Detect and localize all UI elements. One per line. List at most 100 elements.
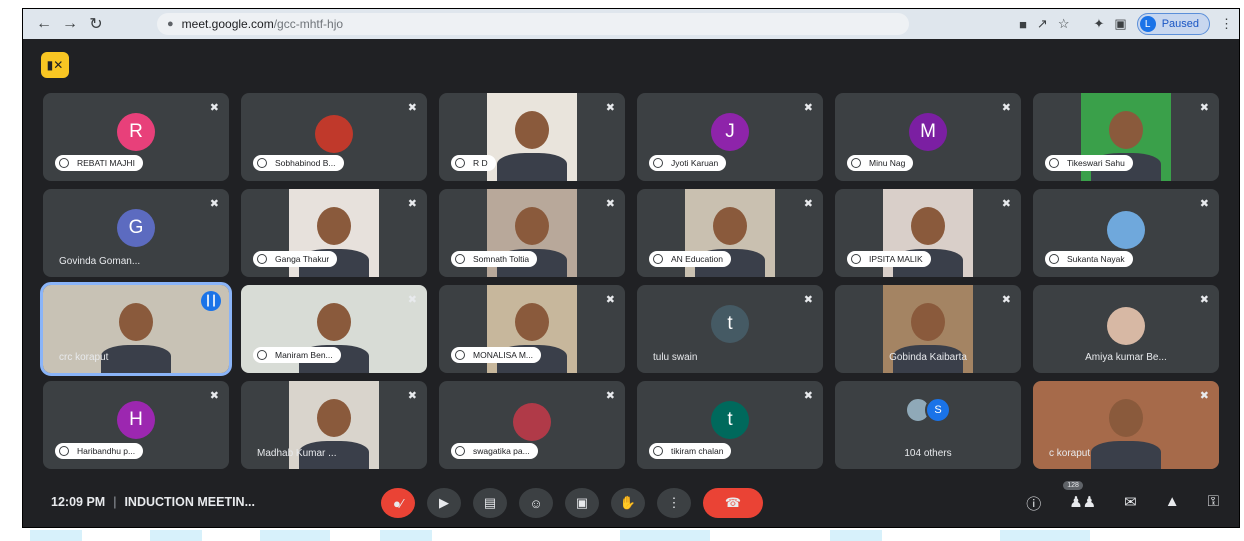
participant-photo — [1107, 211, 1145, 249]
meeting-details-icon[interactable]: ⓘ — [1026, 493, 1041, 514]
pin-icon[interactable] — [851, 254, 861, 264]
participant-tile[interactable]: ✖ AN Education — [637, 189, 823, 277]
participant-name-pill[interactable]: Ganga Thakur — [253, 251, 338, 267]
others-avatar-stack: S — [905, 397, 951, 423]
menu-kebab-icon[interactable]: ⋮ — [1220, 16, 1233, 32]
reactions-button[interactable]: ☺ — [519, 488, 553, 518]
pin-icon[interactable] — [59, 446, 69, 456]
participant-tile[interactable]: ✖ Amiya kumar Be... — [1033, 285, 1219, 373]
participant-name: REBATI MAJHI — [77, 158, 135, 168]
pin-icon[interactable] — [455, 158, 465, 168]
bookmark-star-icon[interactable]: ☆ — [1058, 16, 1070, 32]
participant-tile[interactable]: M ✖ Minu Nag — [835, 93, 1021, 181]
participant-name-pill[interactable]: Minu Nag — [847, 155, 914, 171]
participant-name-pill[interactable]: Tikeswari Sahu — [1045, 155, 1133, 171]
camera-button[interactable]: ▶ — [427, 488, 461, 518]
participant-name-pill[interactable]: Maniram Ben... — [253, 347, 341, 363]
back-icon[interactable]: ← — [31, 12, 57, 36]
participant-tile[interactable]: ✖ Sukanta Nayak — [1033, 189, 1219, 277]
pin-icon[interactable] — [257, 350, 267, 360]
phone-hangup-icon: ☎ — [724, 495, 742, 510]
participant-tile[interactable]: ✖ Ganga Thakur — [241, 189, 427, 277]
participant-name-pill[interactable]: AN Education — [649, 251, 731, 267]
pin-icon[interactable] — [59, 158, 69, 168]
pin-icon[interactable] — [455, 350, 465, 360]
pin-icon[interactable] — [653, 254, 663, 264]
participant-name-pill[interactable]: REBATI MAJHI — [55, 155, 143, 171]
pin-icon[interactable] — [257, 158, 267, 168]
pin-icon[interactable] — [1049, 254, 1059, 264]
pin-icon[interactable] — [455, 446, 465, 456]
pin-icon[interactable] — [653, 158, 663, 168]
profile-avatar: L — [1139, 16, 1156, 32]
participant-tile[interactable]: ✖ Maniram Ben... — [241, 285, 427, 373]
pin-icon[interactable] — [1049, 158, 1059, 168]
camera-off-icon[interactable]: ▮✕ — [41, 52, 69, 78]
participant-name-pill[interactable]: R D — [451, 155, 496, 171]
chat-icon[interactable]: ✉ — [1124, 493, 1137, 514]
reload-icon[interactable]: ↻ — [83, 12, 109, 36]
person-face — [317, 303, 351, 341]
participant-name-pill[interactable]: IPSITA MALIK — [847, 251, 931, 267]
host-controls-icon[interactable]: ⚿ — [1208, 493, 1219, 514]
participant-name-pill[interactable]: MONALISA M... — [451, 347, 541, 363]
side-panel-icon[interactable]: ▣ — [1114, 16, 1126, 32]
video-camera-icon: ▶ — [439, 495, 449, 510]
extensions-icon[interactable]: ✦ — [1093, 16, 1104, 32]
participant-name: R D — [473, 158, 488, 168]
muted-mic-icon: ✖ — [803, 390, 813, 402]
muted-mic-icon: ✖ — [1001, 294, 1011, 306]
microphone-off-button[interactable]: ●⁄ — [381, 488, 415, 518]
participant-name-pill[interactable]: tikiram chalan — [649, 443, 732, 459]
participant-tile[interactable]: t ✖ tulu swain — [637, 285, 823, 373]
participant-tile[interactable]: ✖ IPSITA MALIK — [835, 189, 1021, 277]
present-screen-icon: ▣ — [575, 495, 589, 510]
participant-name-pill[interactable]: swagatika pa... — [451, 443, 538, 459]
leave-call-button[interactable]: ☎ — [703, 488, 763, 518]
main-controls: ●⁄ ▶ ▤ ☺ ▣ ✋ ⋮ ☎ — [381, 488, 763, 518]
present-button[interactable]: ▣ — [565, 488, 599, 518]
background-decoration — [150, 530, 202, 541]
pin-icon[interactable] — [257, 254, 267, 264]
participant-tile[interactable]: ✖ Tikeswari Sahu — [1033, 93, 1219, 181]
pin-icon[interactable] — [653, 446, 663, 456]
participant-tile[interactable]: H ✖ Haribandhu p... — [43, 381, 229, 469]
participant-tile[interactable]: t ✖ tikiram chalan — [637, 381, 823, 469]
participant-tile[interactable]: G ✖ Govinda Goman... — [43, 189, 229, 277]
more-options-button[interactable]: ⋮ — [657, 488, 691, 518]
profile-status: Paused — [1161, 18, 1199, 30]
captions-button[interactable]: ▤ — [473, 488, 507, 518]
participant-video — [487, 93, 577, 181]
participant-tile[interactable]: ✖ R D — [439, 93, 625, 181]
profile-button[interactable]: L Paused — [1136, 13, 1210, 35]
participant-tile[interactable]: ✖ Sobhabinod B... — [241, 93, 427, 181]
forward-icon[interactable]: → — [57, 12, 83, 36]
pin-icon[interactable] — [851, 158, 861, 168]
participant-tile[interactable]: R ✖ REBATI MAJHI — [43, 93, 229, 181]
participant-name-pill[interactable]: Haribandhu p... — [55, 443, 144, 459]
participant-tile[interactable]: ✖ MONALISA M... — [439, 285, 625, 373]
participant-tile[interactable]: J ✖ Jyoti Karuan — [637, 93, 823, 181]
participant-tile[interactable]: ✖ Somnath Toltia — [439, 189, 625, 277]
participant-count: 128 — [1063, 481, 1083, 490]
address-bar[interactable]: ● meet.google.com/gcc-mhtf-hjo — [157, 13, 909, 35]
participant-name-pill[interactable]: Sobhabinod B... — [253, 155, 344, 171]
camera-in-use-icon[interactable]: ■ — [1019, 17, 1027, 32]
participant-tile[interactable]: S 104 others — [835, 381, 1021, 469]
participant-tile[interactable]: ✖ swagatika pa... — [439, 381, 625, 469]
people-button[interactable]: 128 ♟♟ — [1063, 481, 1096, 514]
share-icon[interactable]: ↗ — [1037, 16, 1048, 32]
person-silhouette — [1091, 441, 1161, 469]
pin-icon[interactable] — [455, 254, 465, 264]
participant-name-pill[interactable]: Somnath Toltia — [451, 251, 538, 267]
participant-tile[interactable]: ✖ c koraput — [1033, 381, 1219, 469]
activities-icon[interactable]: ▲ — [1165, 493, 1180, 514]
muted-mic-icon: ✖ — [1199, 390, 1209, 402]
toolbar-actions: ■ ↗ ☆ ✦ ▣ L Paused ⋮ — [1019, 12, 1233, 36]
participant-name-pill[interactable]: Jyoti Karuan — [649, 155, 727, 171]
participant-tile[interactable]: ┃┃ crc koraput — [40, 282, 232, 376]
participant-tile[interactable]: ✖ Gobinda Kaibarta — [835, 285, 1021, 373]
raise-hand-button[interactable]: ✋ — [611, 488, 645, 518]
participant-tile[interactable]: ✖ Madhab Kumar ... — [241, 381, 427, 469]
participant-name-pill[interactable]: Sukanta Nayak — [1045, 251, 1133, 267]
